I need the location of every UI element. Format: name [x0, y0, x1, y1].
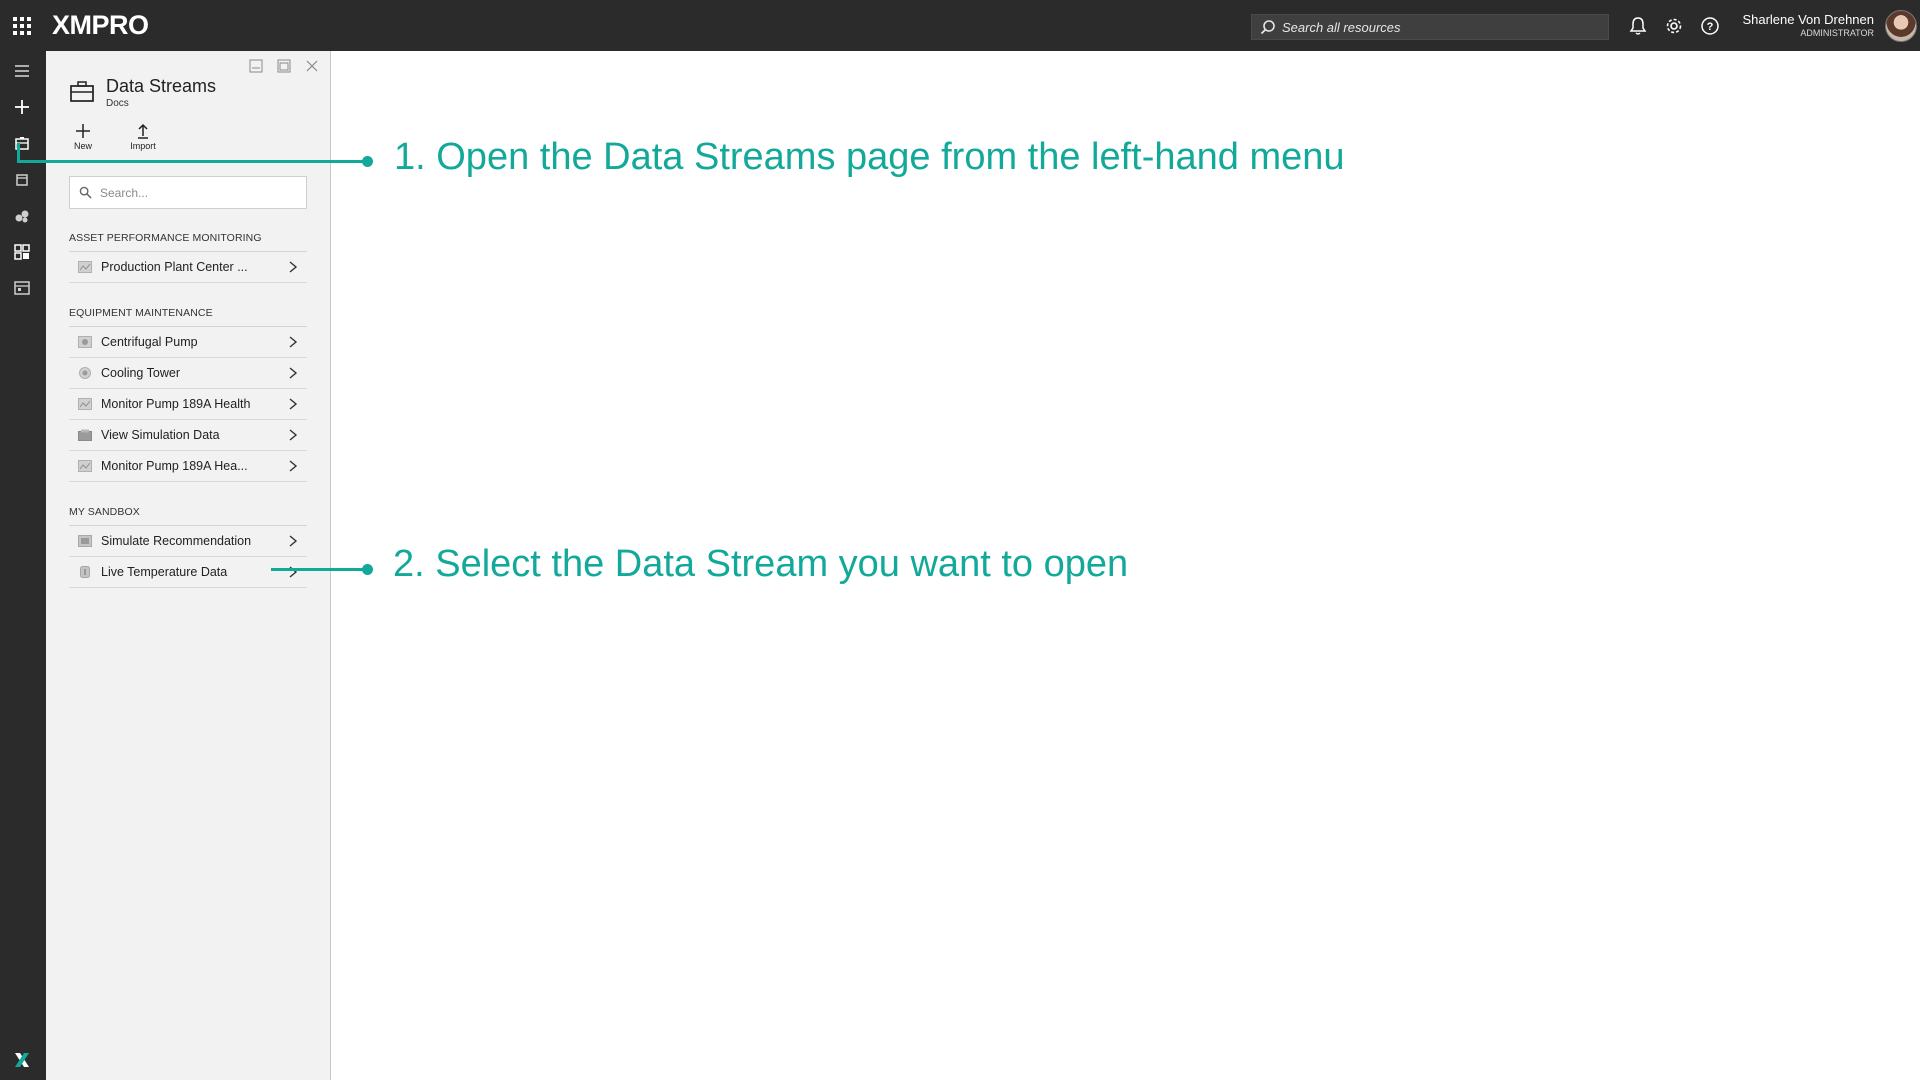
gear-icon[interactable]: [1664, 16, 1684, 36]
list-item-label: Cooling Tower: [101, 366, 180, 380]
list-item[interactable]: Live Temperature Data: [69, 557, 307, 588]
new-button-label: New: [73, 141, 92, 151]
list-item-label: Centrifugal Pump: [101, 335, 198, 349]
user-menu[interactable]: Sharlene Von Drehnen ADMINISTRATOR: [1742, 12, 1874, 38]
close-icon[interactable]: [305, 59, 319, 73]
data-streams-panel: Data Streams Docs New Import ASSET PERFO…: [46, 51, 331, 1080]
user-role: ADMINISTRATOR: [1800, 28, 1874, 38]
annotation-dot: [362, 564, 373, 575]
user-name: Sharlene Von Drehnen: [1742, 12, 1874, 27]
chevron-right-icon: [289, 535, 298, 547]
list-item-label: Simulate Recommendation: [101, 534, 252, 548]
recommendations-icon[interactable]: [12, 170, 32, 190]
data-stream-page-icon: [70, 81, 94, 102]
annotation-connector: [271, 568, 367, 571]
integrations-icon[interactable]: [12, 206, 32, 226]
list-item-label: Production Plant Center ...: [101, 260, 248, 274]
list-item[interactable]: Cooling Tower: [69, 358, 307, 389]
list-item-label: View Simulation Data: [101, 428, 220, 442]
list-item[interactable]: Simulate Recommendation: [69, 526, 307, 557]
page-title: Data Streams: [106, 76, 217, 96]
chevron-right-icon: [289, 261, 298, 273]
plus-icon: [76, 124, 90, 138]
data-stream-icon: [78, 336, 92, 348]
app-launcher-icon[interactable]: [13, 17, 31, 35]
global-search-input[interactable]: Search all resources: [1251, 14, 1609, 40]
chevron-right-icon: [289, 367, 298, 379]
help-icon[interactable]: ?: [1700, 16, 1720, 36]
upload-icon: [138, 123, 148, 139]
list-item[interactable]: Monitor Pump 189A Health: [69, 389, 307, 420]
calendar-icon[interactable]: [12, 278, 32, 298]
group-title-equipment-maintenance: EQUIPMENT MAINTENANCE: [69, 307, 213, 319]
new-button[interactable]: New: [68, 123, 98, 151]
list-item-label: Live Temperature Data: [101, 565, 228, 579]
annotation-connector: [17, 160, 367, 163]
panel-search[interactable]: [69, 176, 307, 209]
list-item[interactable]: View Simulation Data: [69, 420, 307, 451]
plus-icon[interactable]: [12, 97, 32, 117]
search-icon: [79, 186, 92, 199]
list-item[interactable]: Production Plant Center ...: [69, 252, 307, 283]
list-item[interactable]: Monitor Pump 189A Hea...: [69, 451, 307, 482]
bell-icon[interactable]: [1628, 16, 1648, 36]
chevron-right-icon: [289, 398, 298, 410]
data-stream-icon: [80, 566, 90, 578]
page-subtitle: Docs: [106, 98, 129, 109]
xmpro-logo[interactable]: XMPRO: [52, 9, 149, 41]
apps-icon[interactable]: [12, 242, 32, 262]
import-button[interactable]: Import: [128, 123, 158, 151]
search-input[interactable]: [100, 185, 290, 200]
group-title-asset-performance-monitoring: ASSET PERFORMANCE MONITORING: [69, 232, 262, 244]
group-title-my-sandbox: MY SANDBOX: [69, 506, 140, 518]
xmpro-mark-icon[interactable]: [12, 1050, 32, 1070]
data-streams-icon[interactable]: [12, 134, 32, 154]
data-stream-icon: [78, 429, 92, 441]
annotation-step-2: 2. Select the Data Stream you want to op…: [393, 543, 1129, 585]
list-item-label: Monitor Pump 189A Health: [101, 397, 251, 411]
list-item[interactable]: Centrifugal Pump: [69, 327, 307, 358]
minimize-icon[interactable]: [249, 59, 263, 73]
top-bar: XMPRO Search all resources ? Sharlene Vo…: [0, 0, 1920, 51]
list-item-label: Monitor Pump 189A Hea...: [101, 459, 248, 473]
search-icon: [1260, 20, 1275, 35]
global-search-placeholder: Search all resources: [1282, 19, 1401, 35]
annotation-step-1: 1. Open the Data Streams page from the l…: [394, 136, 1345, 178]
import-button-label: Import: [130, 141, 156, 151]
maximize-icon[interactable]: [277, 59, 291, 73]
data-stream-icon: [79, 367, 91, 379]
chevron-right-icon: [289, 460, 298, 472]
chevron-right-icon: [289, 336, 298, 348]
avatar[interactable]: [1885, 10, 1917, 42]
data-stream-icon: [78, 535, 92, 547]
data-stream-icon: [78, 261, 92, 273]
annotation-dot: [362, 156, 373, 167]
hamburger-menu-icon[interactable]: [12, 61, 32, 81]
data-stream-icon: [78, 460, 92, 472]
left-rail: [0, 51, 46, 1080]
chevron-right-icon: [289, 429, 298, 441]
data-stream-icon: [78, 398, 92, 410]
svg-text:?: ?: [1707, 21, 1714, 33]
